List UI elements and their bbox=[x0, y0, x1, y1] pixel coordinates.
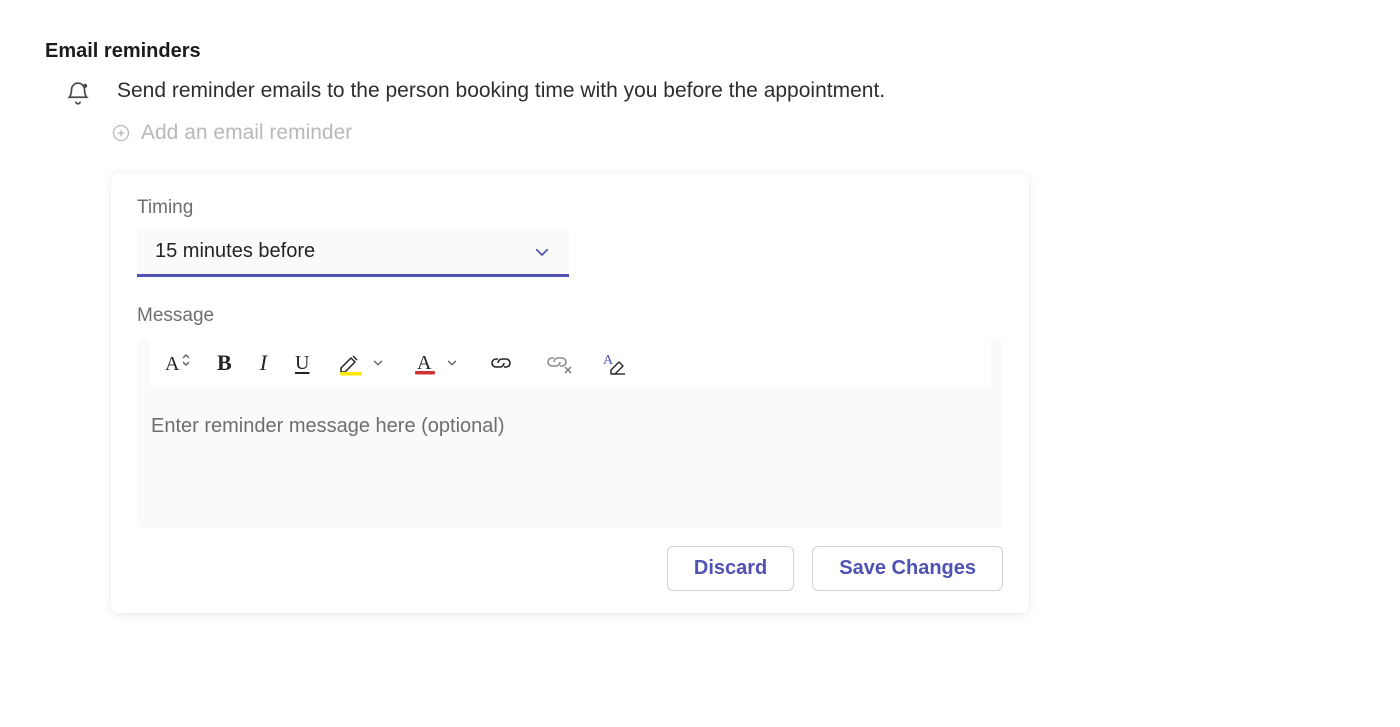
editor-toolbar: A B I U bbox=[149, 339, 991, 387]
message-label: Message bbox=[137, 305, 1003, 327]
add-reminder-label: Add an email reminder bbox=[141, 121, 352, 145]
bell-icon bbox=[65, 81, 91, 107]
timing-value: 15 minutes before bbox=[155, 240, 315, 263]
add-reminder-button[interactable]: Add an email reminder bbox=[45, 121, 1355, 145]
chevron-down-icon[interactable] bbox=[371, 356, 385, 370]
section-header-row: Send reminder emails to the person booki… bbox=[45, 77, 1355, 107]
clear-formatting-button[interactable]: A bbox=[601, 349, 627, 377]
font-color-group: A bbox=[413, 349, 459, 377]
add-icon bbox=[111, 123, 131, 143]
section-title: Email reminders bbox=[45, 40, 1355, 63]
svg-text:A: A bbox=[417, 352, 432, 374]
insert-link-button[interactable] bbox=[487, 349, 515, 377]
timing-label: Timing bbox=[137, 197, 1003, 219]
message-placeholder-text: Enter reminder message here (optional) bbox=[151, 415, 505, 437]
svg-text:A: A bbox=[165, 353, 180, 375]
editor-area: A B I U bbox=[137, 339, 1003, 528]
bold-button[interactable]: B bbox=[217, 349, 232, 377]
underline-button[interactable]: U bbox=[295, 349, 309, 377]
timing-select[interactable]: 15 minutes before bbox=[137, 229, 569, 277]
reminder-card: Timing 15 minutes before Message A bbox=[111, 173, 1029, 613]
card-footer: Discard Save Changes bbox=[137, 546, 1003, 591]
chevron-down-icon[interactable] bbox=[445, 356, 459, 370]
section-description: Send reminder emails to the person booki… bbox=[117, 77, 885, 105]
font-color-button[interactable]: A bbox=[413, 349, 437, 377]
highlight-group bbox=[337, 349, 385, 377]
page-container: Email reminders Send reminder emails to … bbox=[0, 0, 1400, 633]
chevron-down-icon bbox=[533, 243, 551, 261]
highlight-button[interactable] bbox=[337, 349, 363, 377]
remove-link-button[interactable] bbox=[543, 349, 573, 377]
discard-button[interactable]: Discard bbox=[667, 546, 794, 591]
message-input[interactable]: Enter reminder message here (optional) bbox=[137, 387, 1003, 498]
svg-text:A: A bbox=[603, 353, 614, 368]
save-button[interactable]: Save Changes bbox=[812, 546, 1003, 591]
italic-button[interactable]: I bbox=[260, 349, 267, 377]
font-size-button[interactable]: A bbox=[163, 349, 189, 377]
